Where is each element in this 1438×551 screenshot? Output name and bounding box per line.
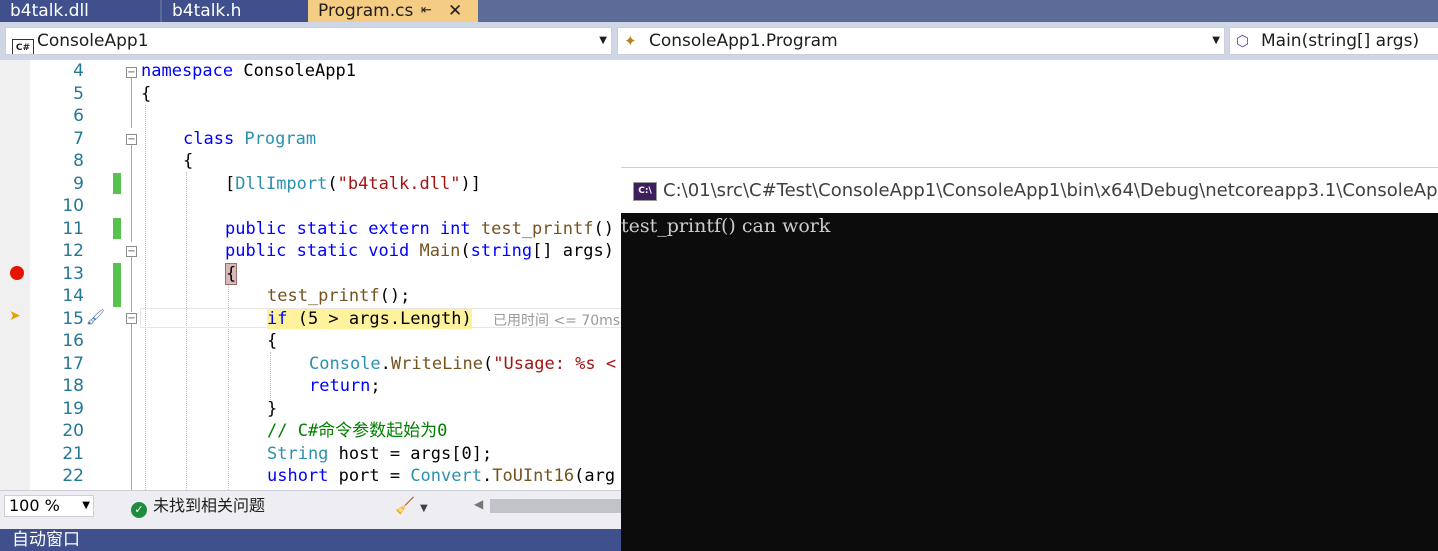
line-number: 4 <box>73 61 84 81</box>
console-title: C:\01\src\C#Test\ConsoleApp1\ConsoleApp1… <box>663 180 1438 201</box>
tab-label: b4talk.dll <box>10 1 89 21</box>
code-line-21[interactable]: String host = args[0]; <box>267 443 492 466</box>
code-line-16[interactable]: { <box>267 330 277 353</box>
code-cleanup-icon[interactable]: 🧹 ▼ <box>395 495 428 520</box>
tab-b4talk-dll[interactable]: b4talk.dll <box>0 0 160 22</box>
line-number: 20 <box>62 421 84 441</box>
code-line-8[interactable]: { <box>183 150 193 173</box>
collapse-icon[interactable]: − <box>126 246 137 257</box>
zoom-dropdown[interactable]: 100 % ▼ <box>4 495 94 517</box>
line-number: 22 <box>62 466 84 486</box>
line-number: 16 <box>62 331 84 351</box>
collapse-icon[interactable]: − <box>126 67 137 78</box>
line-number: 14 <box>62 286 84 306</box>
close-icon[interactable]: ✕ <box>448 0 462 22</box>
console-output: test_printf() can work <box>621 215 831 237</box>
scroll-left-icon[interactable]: ◀ <box>474 497 483 511</box>
line-number: 10 <box>62 196 84 216</box>
line-number: 9 <box>73 173 84 194</box>
fold-line <box>131 145 132 242</box>
line-number: 8 <box>73 151 84 171</box>
change-indicator <box>113 263 121 307</box>
type-dropdown[interactable]: ✦ ConsoleApp1.Program ▼ <box>617 27 1225 55</box>
line-number: 6 <box>73 106 84 126</box>
fold-line <box>131 416 132 490</box>
line-number: 17 <box>62 353 84 374</box>
project-dropdown[interactable]: C# ConsoleApp1 ▼ <box>5 27 612 55</box>
issues-label: 未找到相关问题 <box>153 496 266 515</box>
fold-line <box>131 78 132 128</box>
change-indicator <box>113 218 121 239</box>
class-icon: ✦ <box>624 32 637 50</box>
code-line-20[interactable]: // C#命令参数起始为0 <box>267 420 447 443</box>
navigation-bar: C# ConsoleApp1 ▼ ✦ ConsoleApp1.Program ▼… <box>0 22 1438 60</box>
tab-label: b4talk.h <box>172 1 242 21</box>
method-icon: ⬡ <box>1236 32 1250 50</box>
code-line-7[interactable]: class Program <box>183 128 316 151</box>
perf-tip: 已用时间 <= 70ms <box>493 313 621 329</box>
checkmark-icon: ✓ <box>131 502 147 518</box>
line-number: 7 <box>73 128 84 149</box>
chevron-down-icon[interactable]: ▼ <box>82 496 90 516</box>
line-number: 15 <box>62 308 84 329</box>
code-line-9[interactable]: [DllImport("b4talk.dll")] <box>225 173 481 196</box>
member-dropdown[interactable]: ⬡ Main(string[] args) <box>1229 27 1438 55</box>
fold-line <box>131 257 132 312</box>
tab-label: Program.cs <box>318 1 414 21</box>
code-line-5[interactable]: { <box>141 83 151 106</box>
line-number: 11 <box>62 218 84 239</box>
member-label: Main(string[] args) <box>1261 31 1420 51</box>
console-title-bar[interactable]: C:\ C:\01\src\C#Test\ConsoleApp1\Console… <box>621 167 1438 213</box>
code-line-11[interactable]: public static extern int test_printf() <box>225 218 614 241</box>
code-line-17[interactable]: Console.WriteLine("Usage: %s < <box>309 353 616 376</box>
code-line-12[interactable]: public static void Main(string[] args) <box>225 240 614 263</box>
tab-program-cs[interactable]: Program.cs ⇤ ✕ <box>308 0 478 22</box>
line-number: 13 <box>62 263 84 284</box>
horizontal-scrollbar-thumb[interactable] <box>490 499 621 513</box>
line-number: 12 <box>62 241 84 261</box>
tab-b4talk-h[interactable]: b4talk.h <box>162 0 308 22</box>
line-number: 21 <box>62 443 84 464</box>
autos-window-title[interactable]: 自动窗口 <box>0 529 621 551</box>
code-line-19[interactable]: } <box>267 398 277 421</box>
line-number: 18 <box>62 376 84 396</box>
collapse-icon[interactable]: − <box>126 134 137 145</box>
code-line-18[interactable]: return; <box>309 375 381 398</box>
line-number: 19 <box>62 398 84 419</box>
collapse-icon[interactable]: − <box>126 313 137 324</box>
chevron-down-icon[interactable]: ▼ <box>1212 28 1220 54</box>
code-line-22[interactable]: ushort port = Convert.ToUInt16(arg <box>267 465 615 488</box>
pin-icon[interactable]: ⇤ <box>421 0 432 22</box>
breakpoint-icon[interactable] <box>10 266 24 280</box>
zoom-label: 100 % <box>9 496 60 515</box>
project-label: ConsoleApp1 <box>37 31 149 51</box>
document-tab-bar: b4talk.dll b4talk.h Program.cs ⇤ ✕ <box>0 0 1438 22</box>
change-indicator <box>113 173 121 194</box>
console-app-icon: C:\ <box>633 182 657 201</box>
indent-guide <box>270 352 271 402</box>
chevron-down-icon[interactable]: ▼ <box>599 28 607 54</box>
quick-action-brush-icon[interactable]: 🖌 <box>86 308 105 326</box>
code-line-13[interactable]: { <box>225 262 238 286</box>
console-window[interactable]: C:\ C:\01\src\C#Test\ConsoleApp1\Console… <box>621 167 1438 551</box>
indent-guide <box>145 105 146 490</box>
code-line-14[interactable]: test_printf(); <box>267 285 410 308</box>
code-line-4[interactable]: namespace ConsoleApp1 <box>141 60 356 83</box>
csharp-project-icon: C# <box>12 33 34 54</box>
issues-status[interactable]: ✓ 未找到相关问题 <box>131 495 265 518</box>
fold-line <box>131 324 132 416</box>
line-number: 5 <box>73 83 84 104</box>
instruction-pointer-icon: ➤ <box>9 308 21 324</box>
indent-guide <box>186 172 187 490</box>
type-label: ConsoleApp1.Program <box>649 31 838 51</box>
code-line-15[interactable]: if (5 > args.Length) <box>267 308 472 331</box>
